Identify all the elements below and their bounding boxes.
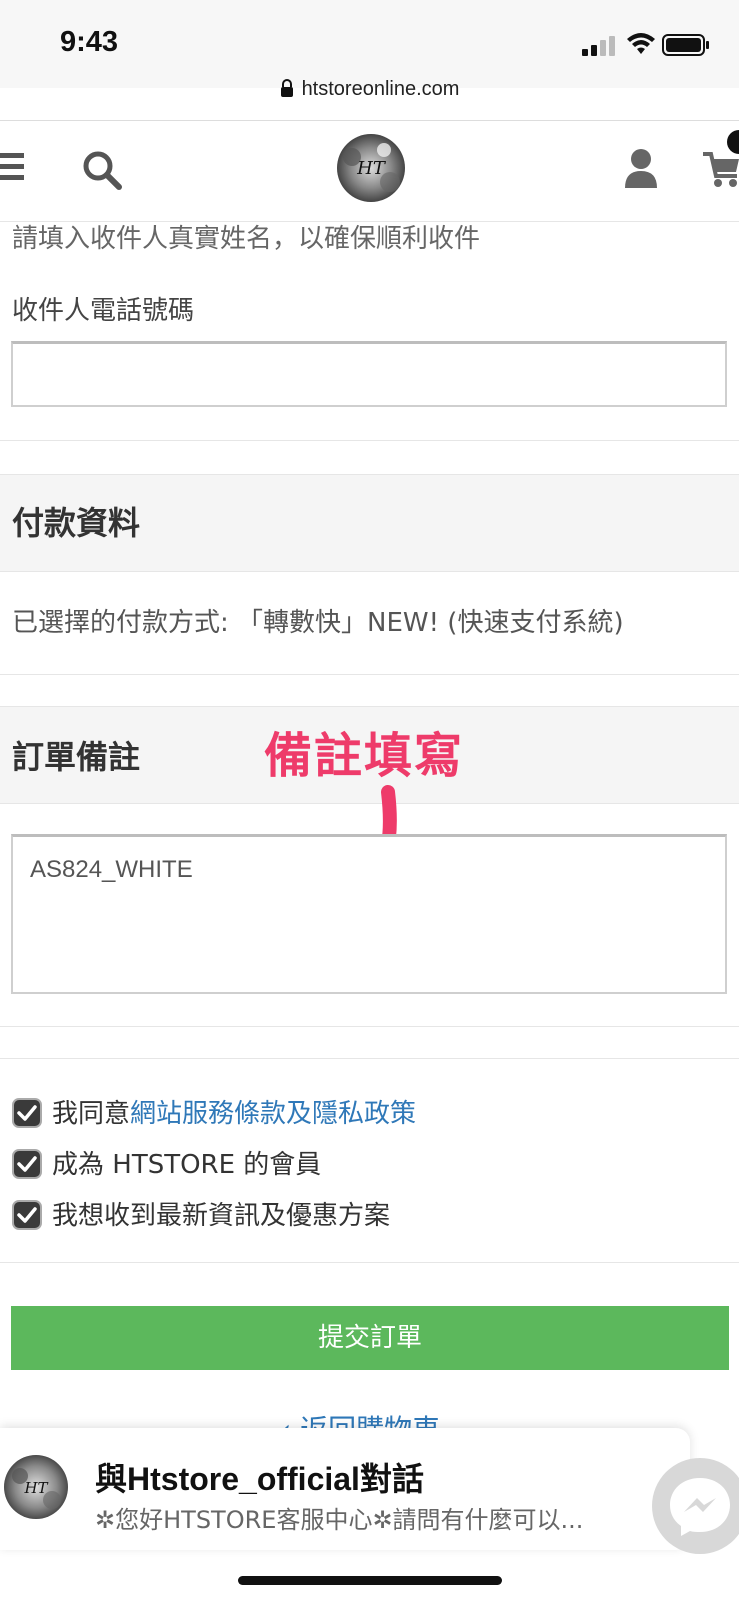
order-note-section-title: 訂單備註 [12, 738, 141, 776]
messenger-avatar: HT [4, 1455, 68, 1519]
messenger-button[interactable] [652, 1458, 739, 1554]
search-icon[interactable] [82, 150, 122, 190]
payment-section-title: 付款資料 [12, 504, 141, 542]
menu-icon[interactable] [0, 151, 24, 183]
logo-text: HT [356, 158, 387, 179]
phone-label: 收件人電話號碼 [12, 296, 195, 326]
status-time: 9:43 [60, 26, 119, 58]
checkbox-terms-label: 我同意網站服務條款及隱私政策 [52, 1093, 416, 1130]
order-note-value: AS824_WHITE [30, 856, 193, 883]
avatar-logo-text: HT [23, 1479, 48, 1497]
annotation-label: 備註填寫 [264, 728, 465, 784]
divider [0, 1262, 739, 1263]
terms-link[interactable]: 網站服務條款及隱私政策 [130, 1099, 416, 1129]
messenger-title: 與Htstore_official對話 [95, 1461, 424, 1497]
messenger-icon [670, 1478, 730, 1536]
address-bar[interactable]: htstoreonline.com [0, 78, 739, 101]
divider [0, 440, 739, 441]
battery-icon [662, 34, 709, 56]
user-account-icon[interactable] [624, 148, 658, 188]
divider [0, 1026, 739, 1027]
lock-icon [280, 79, 293, 97]
messenger-preview: ✲您好HTSTORE客服中心✲請問有什麼可以... [95, 1506, 584, 1534]
recipient-name-hint: 請填入收件人真實姓名，以確保順利收件 [12, 224, 481, 254]
selected-payment-method: 已選擇的付款方式: 「轉數快」NEW! (快速支付系統) [12, 608, 624, 638]
store-logo[interactable]: HT [332, 132, 410, 204]
checkbox-member[interactable] [12, 1149, 42, 1179]
phone-input[interactable] [11, 341, 727, 407]
home-indicator [238, 1576, 502, 1585]
checkbox-member-label: 成為 HTSTORE 的會員 [52, 1150, 322, 1180]
terms-prefix: 我同意 [52, 1099, 131, 1129]
checkbox-newsletter[interactable] [12, 1200, 42, 1230]
checkbox-terms[interactable] [12, 1098, 42, 1128]
url-text: htstoreonline.com [301, 78, 460, 100]
wifi-icon [627, 33, 655, 54]
shopping-cart-icon[interactable] [703, 148, 739, 188]
submit-order-button[interactable]: 提交訂單 [11, 1306, 729, 1370]
divider [0, 674, 739, 675]
divider [0, 1058, 739, 1059]
cellular-signal-icon [582, 36, 615, 56]
checkbox-newsletter-label: 我想收到最新資訊及優惠方案 [52, 1201, 391, 1231]
